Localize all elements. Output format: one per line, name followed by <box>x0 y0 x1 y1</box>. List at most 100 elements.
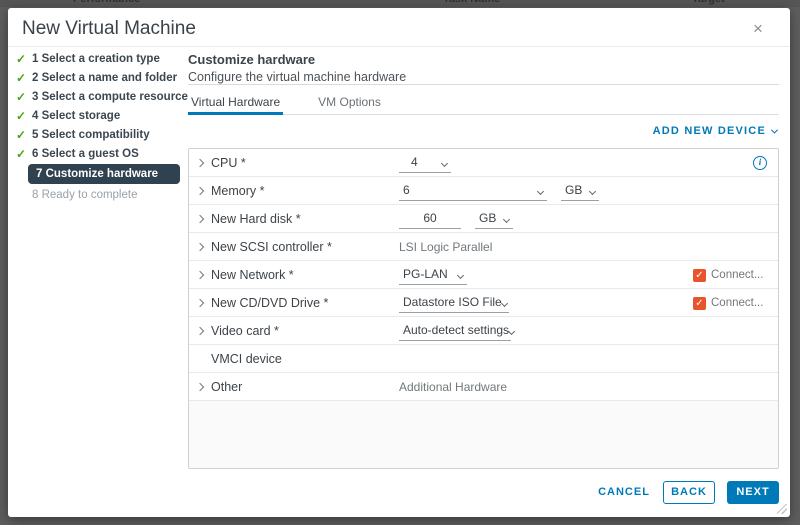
device-label: New CD/DVD Drive * <box>211 295 329 310</box>
other-control: Additional Hardware <box>399 373 507 401</box>
step-label: 3 Select a compute resource <box>32 90 188 103</box>
expand-chevron-icon[interactable] <box>195 242 205 251</box>
new-vm-dialog: New Virtual Machine × ✓ 1 Select a creati… <box>8 8 790 517</box>
wizard-step-1[interactable]: ✓ 1 Select a creation type <box>16 49 186 68</box>
hw-row-new-scsi-controller: New SCSI controller * LSI Logic Parallel <box>189 233 778 261</box>
check-icon: ✓ <box>16 51 27 66</box>
memory-unit-select[interactable]: GB <box>561 182 599 201</box>
video-card-value: Auto-detect settings <box>403 322 510 337</box>
expand-chevron-icon[interactable] <box>195 158 205 167</box>
chevron-down-icon <box>502 215 511 223</box>
hw-row-other: Other Additional Hardware <box>189 373 778 401</box>
step-label: 1 Select a creation type <box>32 52 160 65</box>
tab-vm-options[interactable]: VM Options <box>315 94 384 115</box>
wizard-step-3[interactable]: ✓ 3 Select a compute resource <box>16 87 188 106</box>
dialog-title: New Virtual Machine <box>22 18 196 39</box>
expand-chevron-spacer <box>197 356 203 362</box>
wizard-steps: ✓ 1 Select a creation type ✓ 2 Select a nam… <box>16 49 188 204</box>
expand-chevron-icon[interactable] <box>195 382 205 391</box>
screen: Performance Task Name Target New Virtual M… <box>0 0 800 525</box>
check-icon: ✓ <box>16 146 27 161</box>
video-card-control: Auto-detect settings <box>399 317 516 345</box>
background-fragment: Task Name <box>443 0 500 5</box>
content-divider <box>188 84 779 85</box>
device-label: New SCSI controller * <box>211 239 332 254</box>
device-label: CPU * <box>211 155 246 170</box>
new-cd-dvd-drive-select[interactable]: Datastore ISO File <box>399 294 509 313</box>
memory-control: 6 GB <box>399 177 599 205</box>
next-button[interactable]: NEXT <box>727 481 779 504</box>
new-network-select[interactable]: PG-LAN <box>399 266 467 285</box>
wizard-step-2[interactable]: ✓ 2 Select a name and folder <box>16 68 186 87</box>
device-label: Video card * <box>211 323 279 338</box>
add-new-device-label: ADD NEW DEVICE <box>652 125 766 137</box>
chevron-down-icon <box>770 126 779 134</box>
expand-chevron-icon[interactable] <box>195 214 205 223</box>
tab-virtual-hardware[interactable]: Virtual Hardware <box>188 94 284 115</box>
memory-select[interactable]: 6 <box>399 182 547 201</box>
hw-row-memory: Memory * 6 GB <box>189 177 778 205</box>
hardware-table: CPU * 4 i Memory * 6 GB New Hard disk * 60 GB New… <box>188 148 779 469</box>
hw-row-video-card: Video card * Auto-detect settings <box>189 317 778 345</box>
step-label: 5 Select compatibility <box>32 128 150 141</box>
step-label: 4 Select storage <box>32 109 121 122</box>
new-cd-dvd-drive-connect-checkbox-group: ✓ Connect... <box>693 289 773 317</box>
expand-chevron-icon[interactable] <box>195 326 205 335</box>
wizard-step-6[interactable]: ✓ 6 Select a guest OS <box>16 144 186 163</box>
check-icon: ✓ <box>16 70 27 85</box>
table-empty-area <box>189 401 778 468</box>
step-label: 8 Ready to complete <box>32 188 138 201</box>
new-cd-dvd-drive-value: Datastore ISO File <box>403 294 502 309</box>
background-fragment: Performance <box>73 0 140 5</box>
cancel-button[interactable]: CANCEL <box>594 481 654 504</box>
background-fragment: Target <box>692 0 725 5</box>
info-icon[interactable]: i <box>753 156 767 170</box>
device-label: New Hard disk * <box>211 211 301 226</box>
resize-handle[interactable] <box>777 504 787 514</box>
memory-unit-value: GB <box>565 182 583 197</box>
device-label: Memory * <box>211 183 265 198</box>
cpu-control: 4 <box>399 149 451 177</box>
expand-chevron-icon[interactable] <box>195 298 205 307</box>
cpu-select[interactable]: 4 <box>399 154 451 173</box>
close-icon[interactable]: × <box>748 19 768 39</box>
wizard-step-7[interactable]: 7 Customize hardware <box>28 164 180 184</box>
memory-value: 6 <box>403 182 410 197</box>
add-new-device-button[interactable]: ADD NEW DEVICE <box>652 125 779 137</box>
expand-chevron-icon[interactable] <box>195 186 205 195</box>
step-label: 7 Customize hardware <box>36 168 159 180</box>
tab-bar: Virtual Hardware VM Options <box>188 94 779 115</box>
check-icon: ✓ <box>16 89 27 104</box>
new-hard-disk-value: 60 <box>423 210 437 225</box>
checkbox-label: Connect... <box>711 269 764 281</box>
page-subtitle: Configure the virtual machine hardware <box>188 70 407 84</box>
checkbox-label: Connect... <box>711 297 764 309</box>
background-app-strip: Performance Task Name Target <box>0 0 800 7</box>
new-network-connect-checkbox[interactable]: ✓ <box>693 268 706 282</box>
video-card-select[interactable]: Auto-detect settings <box>399 322 516 341</box>
chevron-down-icon <box>456 271 465 279</box>
expand-chevron-icon[interactable] <box>195 270 205 279</box>
hw-row-new-hard-disk: New Hard disk * 60 GB <box>189 205 778 233</box>
device-label: VMCI device <box>211 351 282 366</box>
new-network-control: PG-LAN <box>399 261 467 289</box>
chevron-down-icon <box>508 327 516 335</box>
wizard-step-5[interactable]: ✓ 5 Select compatibility <box>16 125 186 144</box>
hw-row-cpu: CPU * 4 i <box>189 149 778 177</box>
new-cd-dvd-drive-connect-checkbox[interactable]: ✓ <box>693 296 706 310</box>
chevron-down-icon <box>536 187 545 195</box>
check-icon: ✓ <box>16 108 27 123</box>
hw-row-new-cd-dvd-drive: New CD/DVD Drive * Datastore ISO File ✓ Con… <box>189 289 778 317</box>
hw-row-new-network: New Network * PG-LAN ✓ Connect... <box>189 261 778 289</box>
device-label: New Network * <box>211 267 294 282</box>
page-title: Customize hardware <box>188 52 316 67</box>
title-divider <box>8 46 790 47</box>
back-button[interactable]: BACK <box>663 481 715 504</box>
step-label: 6 Select a guest OS <box>32 147 139 160</box>
new-hard-disk-unit-value: GB <box>479 210 497 225</box>
wizard-step-4[interactable]: ✓ 4 Select storage <box>16 106 186 125</box>
new-hard-disk-input[interactable]: 60 <box>399 210 461 229</box>
new-hard-disk-unit-select[interactable]: GB <box>475 210 513 229</box>
step-label: 2 Select a name and folder <box>32 71 178 84</box>
other-static-value: Additional Hardware <box>399 380 508 394</box>
